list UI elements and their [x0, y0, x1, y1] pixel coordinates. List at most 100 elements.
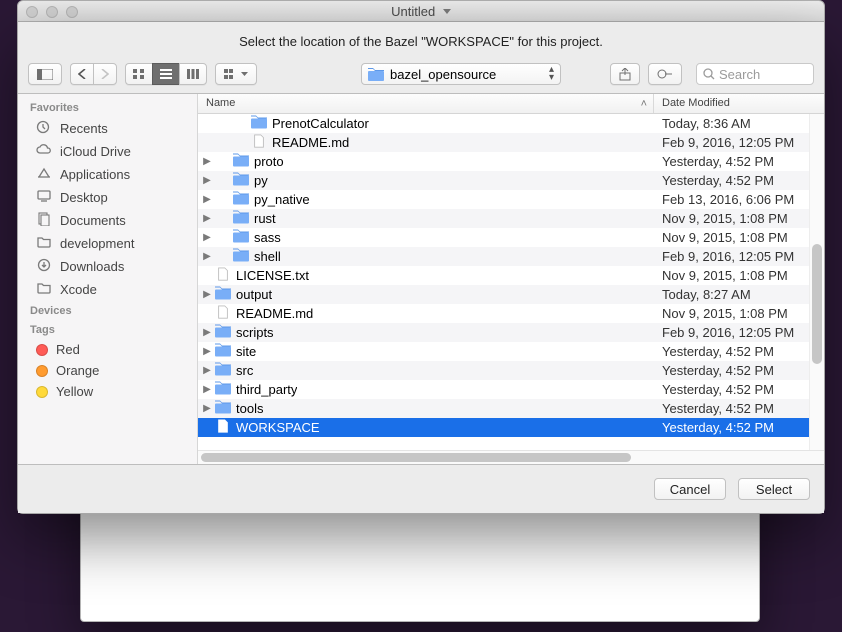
minimize-icon[interactable] [46, 6, 58, 18]
file-row[interactable]: README.mdFeb 9, 2016, 12:05 PM [198, 133, 824, 152]
file-row[interactable]: ▶toolsYesterday, 4:52 PM [198, 399, 824, 418]
disclosure-triangle-icon[interactable]: ▶ [202, 232, 212, 243]
back-button[interactable] [70, 63, 93, 85]
file-row[interactable]: ▶outputToday, 8:27 AM [198, 285, 824, 304]
sidebar-item[interactable]: development [18, 232, 197, 255]
file-date: Feb 9, 2016, 12:05 PM [654, 135, 824, 150]
sidebar-item[interactable]: Recents [18, 117, 197, 140]
file-row[interactable]: ▶siteYesterday, 4:52 PM [198, 342, 824, 361]
share-button[interactable] [610, 63, 640, 85]
folder-icon [230, 172, 254, 189]
path-popup[interactable]: bazel_opensource ▴▾ [361, 63, 561, 85]
desktop-icon [36, 189, 52, 206]
open-panel: Select the location of the Bazel "WORKSP… [17, 22, 825, 514]
view-mode-segment [125, 63, 207, 85]
sidebar-item[interactable]: Xcode [18, 278, 197, 301]
sidebar-item-label: Downloads [60, 259, 124, 274]
select-button[interactable]: Select [738, 478, 810, 500]
disclosure-triangle-icon[interactable]: ▶ [202, 365, 212, 376]
disclosure-triangle-icon[interactable]: ▶ [202, 251, 212, 262]
window-title[interactable]: Untitled [391, 4, 451, 19]
path-label: bazel_opensource [390, 67, 496, 82]
sidebar-toggle-button[interactable] [28, 63, 62, 85]
disclosure-triangle-icon[interactable]: ▶ [202, 213, 212, 224]
scrollbar-thumb[interactable] [812, 244, 822, 364]
file-date: Yesterday, 4:52 PM [654, 382, 824, 397]
forward-button[interactable] [93, 63, 117, 85]
disclosure-triangle-icon[interactable]: ▶ [202, 194, 212, 205]
disclosure-triangle-icon[interactable]: ▶ [202, 346, 212, 357]
file-row[interactable]: ▶ py Yesterday, 4:52 PM [198, 171, 824, 190]
folder-icon [230, 191, 254, 208]
file-icon [212, 267, 236, 284]
search-placeholder: Search [719, 67, 760, 82]
disclosure-triangle-icon[interactable]: ▶ [202, 384, 212, 395]
file-row[interactable]: ▶rustNov 9, 2015, 1:08 PM [198, 209, 824, 228]
sidebar-item[interactable]: Desktop [18, 186, 197, 209]
tag-icon [657, 69, 673, 79]
disclosure-triangle-icon[interactable]: ▶ [202, 403, 212, 414]
file-row[interactable]: ▶py_nativeFeb 13, 2016, 6:06 PM [198, 190, 824, 209]
folder-icon [212, 286, 236, 303]
file-row[interactable]: LICENSE.txtNov 9, 2015, 1:08 PM [198, 266, 824, 285]
file-name: scripts [236, 325, 274, 340]
file-row[interactable]: ▶third_partyYesterday, 4:52 PM [198, 380, 824, 399]
file-row[interactable]: WORKSPACEYesterday, 4:52 PM [198, 418, 824, 437]
window-title-label: Untitled [391, 4, 435, 19]
close-icon[interactable] [26, 6, 38, 18]
tags-button[interactable] [648, 63, 682, 85]
column-name[interactable]: Name ˄ [198, 94, 654, 113]
file-row[interactable]: README.mdNov 9, 2015, 1:08 PM [198, 304, 824, 323]
sidebar-item[interactable]: Yellow [18, 381, 197, 402]
folder-icon [230, 153, 254, 170]
sidebar-item-label: Desktop [60, 190, 108, 205]
column-date-modified[interactable]: Date Modified [654, 94, 824, 113]
file-row[interactable]: ▶sassNov 9, 2015, 1:08 PM [198, 228, 824, 247]
search-field[interactable]: Search [696, 63, 814, 85]
cloud-icon [36, 143, 52, 160]
sidebar-item[interactable]: Applications [18, 163, 197, 186]
sidebar-item-label: Applications [60, 167, 130, 182]
file-name: tools [236, 401, 263, 416]
sort-asc-icon: ˄ [641, 98, 647, 110]
vertical-scrollbar[interactable] [809, 114, 824, 450]
sidebar-item[interactable]: Orange [18, 360, 197, 381]
file-row[interactable]: ▶shellFeb 9, 2016, 12:05 PM [198, 247, 824, 266]
sidebar-icon [37, 69, 53, 80]
view-columns-button[interactable] [179, 63, 207, 85]
group-by-button[interactable] [215, 63, 257, 85]
file-icon [212, 419, 236, 436]
file-date: Nov 9, 2015, 1:08 PM [654, 211, 824, 226]
sidebar-item-label: Yellow [56, 384, 93, 399]
disclosure-triangle-icon[interactable]: ▶ [202, 327, 212, 338]
sidebar-item-label: Documents [60, 213, 126, 228]
file-name: py [254, 173, 268, 188]
file-date: Yesterday, 4:52 PM [654, 173, 824, 188]
file-row[interactable]: PrenotCalculatorToday, 8:36 AM [198, 114, 824, 133]
folder-icon [212, 362, 236, 379]
file-row[interactable]: ▶scriptsFeb 9, 2016, 12:05 PM [198, 323, 824, 342]
disclosure-triangle-icon[interactable]: ▶ [202, 156, 212, 167]
sidebar-item[interactable]: iCloud Drive [18, 140, 197, 163]
browser-body: FavoritesRecentsiCloud DriveApplications… [18, 93, 824, 465]
disclosure-triangle-icon[interactable]: ▶ [202, 289, 212, 300]
sidebar-item[interactable]: Red [18, 339, 197, 360]
file-date: Today, 8:27 AM [654, 287, 824, 302]
disclosure-triangle-icon[interactable]: ▶ [202, 175, 212, 186]
view-list-button[interactable] [152, 63, 179, 85]
file-row[interactable]: ▶protoYesterday, 4:52 PM [198, 152, 824, 171]
sidebar-item[interactable]: Documents [18, 209, 197, 232]
horizontal-scrollbar[interactable] [198, 450, 824, 464]
zoom-icon[interactable] [66, 6, 78, 18]
downloads-icon [36, 258, 52, 275]
folder-icon [368, 68, 384, 81]
cancel-button[interactable]: Cancel [654, 478, 726, 500]
file-row[interactable]: ▶srcYesterday, 4:52 PM [198, 361, 824, 380]
scrollbar-thumb[interactable] [201, 453, 631, 462]
view-icons-button[interactable] [125, 63, 152, 85]
sheet-message: Select the location of the Bazel "WORKSP… [18, 22, 824, 63]
file-name: py_native [254, 192, 310, 207]
file-date: Today, 8:36 AM [654, 116, 824, 131]
sidebar-item[interactable]: Downloads [18, 255, 197, 278]
file-date: Yesterday, 4:52 PM [654, 344, 824, 359]
